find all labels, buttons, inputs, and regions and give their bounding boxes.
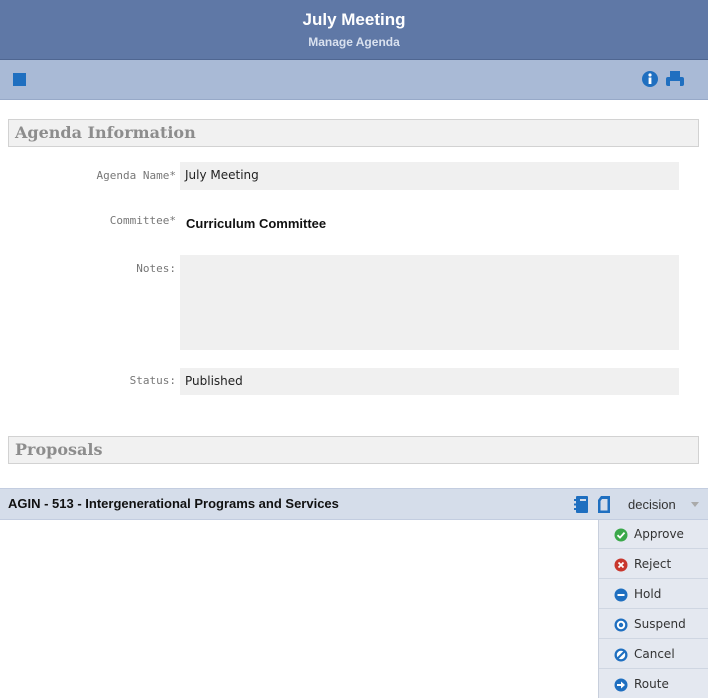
menu-item-approve[interactable]: Approve xyxy=(599,520,708,549)
proposal-title: AGIN - 513 - Intergenerational Programs … xyxy=(8,496,339,511)
page-title: July Meeting xyxy=(302,10,406,29)
notes-label: Notes: xyxy=(136,262,176,275)
info-icon[interactable] xyxy=(641,70,659,88)
menu-item-label: Hold xyxy=(634,587,662,601)
app-header: July Meeting Manage Agenda xyxy=(0,0,708,60)
decision-menu: Approve Reject Hold Suspend Cancel Route xyxy=(598,520,708,698)
arrow-circle-icon xyxy=(614,677,628,692)
square-icon[interactable] xyxy=(12,71,28,87)
slash-circle-icon xyxy=(614,647,628,662)
menu-item-route[interactable]: Route xyxy=(599,670,708,698)
menu-item-reject[interactable]: Reject xyxy=(599,550,708,579)
chevron-down-icon xyxy=(691,502,699,507)
toolbar xyxy=(0,60,708,100)
decision-label: decision xyxy=(628,497,676,512)
committee-label: Committee* xyxy=(109,214,176,227)
document-icon[interactable] xyxy=(597,496,611,513)
check-circle-icon xyxy=(614,527,628,542)
section-title: Agenda Information xyxy=(15,123,196,142)
proposal-row[interactable]: AGIN - 513 - Intergenerational Programs … xyxy=(0,488,708,520)
page-subtitle: Manage Agenda xyxy=(308,35,400,49)
menu-item-label: Cancel xyxy=(634,647,675,661)
minus-circle-icon xyxy=(614,587,628,602)
agenda-info-header: Agenda Information xyxy=(8,119,699,147)
agenda-name-field[interactable]: July Meeting xyxy=(180,162,679,190)
print-icon[interactable] xyxy=(665,69,685,89)
menu-item-cancel[interactable]: Cancel xyxy=(599,640,708,669)
menu-item-label: Approve xyxy=(634,527,684,541)
status-field[interactable]: Published xyxy=(180,368,679,395)
notebook-icon[interactable] xyxy=(574,496,588,513)
agenda-name-label: Agenda Name* xyxy=(96,169,176,182)
x-circle-icon xyxy=(614,557,628,572)
dot-circle-icon xyxy=(614,617,628,632)
proposals-header: Proposals xyxy=(8,436,699,464)
status-label: Status: xyxy=(129,374,176,387)
menu-item-label: Suspend xyxy=(634,617,686,631)
menu-item-suspend[interactable]: Suspend xyxy=(599,610,708,639)
menu-item-label: Reject xyxy=(634,557,672,571)
menu-item-hold[interactable]: Hold xyxy=(599,580,708,609)
menu-item-label: Route xyxy=(634,677,669,691)
notes-field[interactable] xyxy=(180,255,679,350)
section-title: Proposals xyxy=(15,440,103,459)
committee-value: Curriculum Committee xyxy=(186,216,327,231)
decision-dropdown[interactable]: decision xyxy=(628,497,706,515)
